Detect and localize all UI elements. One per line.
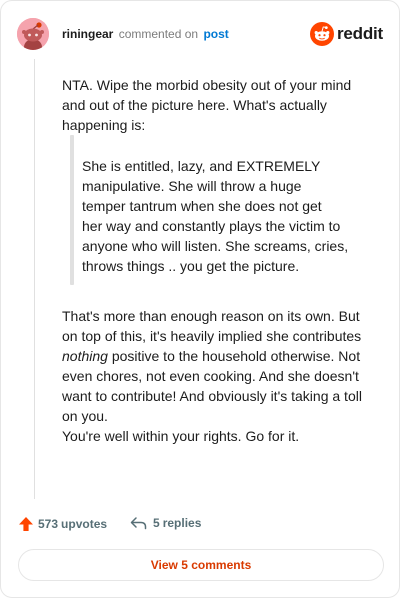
paragraph-text: That's more than enough reason on its ow… <box>62 308 362 344</box>
comment-card: riningear commented on post reddit NTA. … <box>0 0 400 598</box>
upvote-button[interactable]: 573 upvotes <box>18 516 107 532</box>
comment-intro: NTA. Wipe the morbid obesity out of your… <box>62 77 352 133</box>
reddit-wordmark: reddit <box>336 24 383 43</box>
replies-button[interactable]: 5 replies <box>130 516 201 530</box>
byline: riningear commented on post <box>62 27 229 41</box>
reddit-alien-icon <box>309 22 334 46</box>
comment-body: NTA. Wipe the morbid obesity out of your… <box>62 75 374 446</box>
comment-footer: 573 upvotes 5 replies <box>18 514 378 536</box>
quote-line: She is entitled, lazy, and EXTREMELY <box>82 158 321 174</box>
post-link[interactable]: post <box>203 27 228 41</box>
quote-line: throws things .. you get the picture. <box>82 258 300 274</box>
comment-paragraph: That's more than enough reason on its ow… <box>62 306 374 426</box>
blockquote: She is entitled, lazy, and EXTREMELY man… <box>62 135 374 285</box>
view-comments-button[interactable]: View 5 comments <box>18 549 384 581</box>
quote-line: anyone who will listen. She screams, cri… <box>82 238 349 254</box>
reply-label: replies <box>162 516 202 530</box>
quote-line: her way and constantly plays the victim … <box>82 218 341 234</box>
quote-line: manipulative. She will throw a huge <box>82 178 302 194</box>
upvote-count: 573 <box>38 517 59 531</box>
avatar[interactable] <box>17 18 49 50</box>
emphasis-text: nothing <box>62 348 108 364</box>
comment-closing: You're well within your rights. Go for i… <box>62 428 300 444</box>
reply-count: 5 <box>153 516 160 530</box>
username-link[interactable]: riningear <box>62 27 113 41</box>
quote-line: temper tantrum when she does not get <box>82 198 322 214</box>
upvote-label: upvotes <box>61 517 108 531</box>
action-text: commented on <box>118 27 199 41</box>
comment-header: riningear commented on post reddit <box>17 18 383 50</box>
quote-bar <box>70 135 74 285</box>
paragraph-text: positive to the household otherwise. Not… <box>62 348 362 424</box>
thread-line <box>34 59 35 499</box>
reddit-logo[interactable]: reddit <box>309 22 383 46</box>
snoo-avatar-icon <box>17 18 49 50</box>
upvote-arrow-icon <box>19 517 33 531</box>
reply-arrow-icon <box>130 517 147 530</box>
